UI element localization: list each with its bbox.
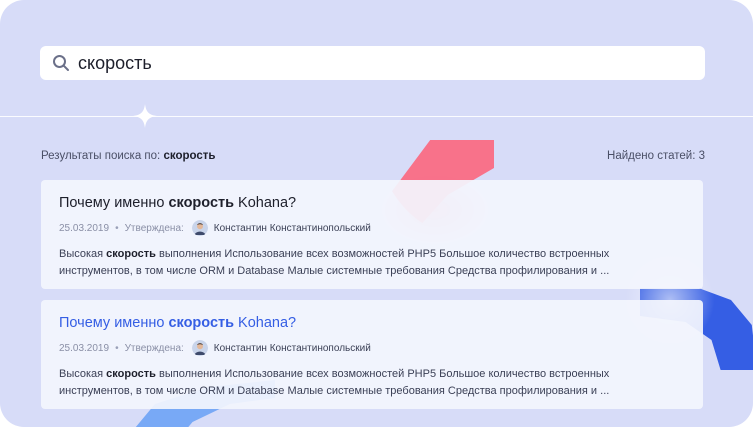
sparkle-icon [133, 104, 157, 128]
search-input[interactable]: скорость [40, 46, 705, 80]
card-meta: 25.03.2019 • Утверждена: Константин Конс… [59, 220, 683, 236]
meta-separator: • [115, 222, 119, 234]
results-query: скорость [163, 150, 216, 162]
snippet-part: Высокая [59, 368, 107, 380]
meta-separator: • [115, 342, 119, 354]
results-summary: Результаты поиска по: скорость [41, 150, 216, 162]
card-snippet: Высокая скорость выполнения Использовани… [59, 366, 683, 400]
card-status: Утверждена: [124, 222, 184, 234]
snippet-highlight: скорость [106, 248, 156, 260]
results-prefix: Результаты поиска по: [41, 150, 161, 162]
result-card[interactable]: Почему именно скорость Kohana? 25.03.201… [41, 180, 703, 289]
card-status: Утверждена: [124, 342, 184, 354]
card-title-part: Kohana? [234, 195, 297, 211]
app-frame: скорость Результаты поиска по: скорость … [0, 0, 753, 427]
snippet-part: Высокая [59, 248, 107, 260]
card-date: 25.03.2019 [59, 342, 110, 354]
card-meta: 25.03.2019 • Утверждена: Константин Конс… [59, 340, 683, 356]
card-title-part: Kohana? [234, 315, 297, 331]
card-snippet: Высокая скорость выполнения Использовани… [59, 246, 683, 280]
author-avatar [191, 220, 208, 236]
card-title-highlight: скорость [168, 195, 235, 211]
search-icon [52, 54, 70, 72]
divider-line [0, 116, 753, 117]
card-title-highlight: скорость [168, 315, 235, 331]
card-title-link[interactable]: Почему именно скорость Kohana? [59, 194, 683, 212]
card-title-link[interactable]: Почему именно скорость Kohana? [59, 314, 683, 332]
snippet-highlight: скорость [106, 368, 156, 380]
card-author[interactable]: Константин Константинопольский [214, 223, 371, 234]
results-header: Результаты поиска по: скорость Найдено с… [41, 150, 705, 162]
card-author[interactable]: Константин Константинопольский [214, 343, 371, 354]
card-title-part: Почему именно [59, 315, 169, 331]
result-card[interactable]: Почему именно скорость Kohana? 25.03.201… [41, 300, 703, 409]
card-title-part: Почему именно [59, 195, 169, 211]
results-count: Найдено статей: 3 [607, 150, 705, 162]
card-date: 25.03.2019 [59, 222, 110, 234]
author-avatar [191, 340, 208, 356]
search-query-text[interactable]: скорость [78, 53, 152, 74]
